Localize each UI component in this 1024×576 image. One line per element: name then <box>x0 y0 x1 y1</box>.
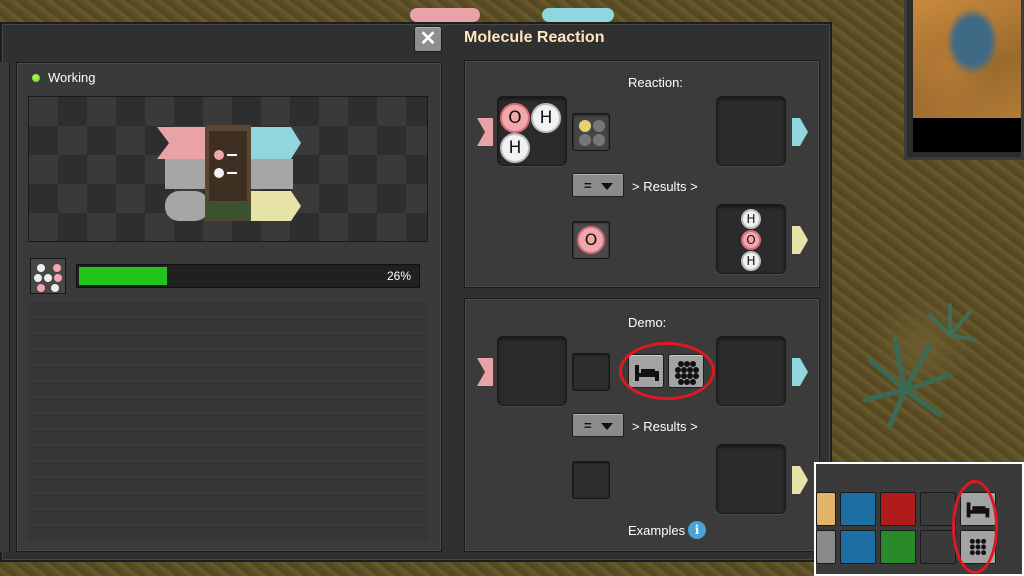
reaction-output-slot-bottom[interactable]: H O H <box>716 204 786 274</box>
chevron-down-icon <box>601 423 613 430</box>
empty-list-area <box>28 300 428 540</box>
left-neighbor-panel <box>0 62 10 552</box>
minimap-terrain <box>913 0 1021 118</box>
highlight-ring <box>619 342 715 400</box>
reaction-selector-slot[interactable] <box>572 113 610 151</box>
background-belt-cyan <box>542 8 614 22</box>
minimap-unexplored <box>913 118 1021 152</box>
reaction-atom-slot[interactable]: O <box>572 221 610 259</box>
atom-hydrogen: H <box>531 103 561 133</box>
plant-decoration <box>928 303 977 342</box>
atom-oxygen: O <box>741 230 761 250</box>
examples-label: Examples <box>628 523 686 538</box>
demo-output-slot-bottom[interactable] <box>716 444 786 514</box>
close-icon: ✕ <box>419 28 437 50</box>
quickbar-slot-upgrade[interactable] <box>880 530 916 564</box>
results-label: > Results > <box>632 419 698 434</box>
operator-value: = <box>584 418 592 433</box>
atom-grid-icon <box>579 120 605 146</box>
reaction-heading: Reaction: <box>628 75 683 90</box>
reaction-input-slot[interactable]: O H H <box>497 96 567 166</box>
entity-preview[interactable] <box>28 96 428 242</box>
quickbar-inset <box>814 462 1024 576</box>
status-text: Working <box>48 70 96 85</box>
water-molecule-grid-icon <box>34 264 62 292</box>
demo-operator-dropdown[interactable]: = <box>572 413 624 437</box>
results-label: > Results > <box>632 179 698 194</box>
recipe-icon[interactable] <box>30 258 66 294</box>
close-button[interactable]: ✕ <box>414 26 442 52</box>
quickbar-slot[interactable] <box>816 492 836 526</box>
operator-value: = <box>584 178 592 193</box>
quickbar-slot-blueprint[interactable] <box>840 492 876 526</box>
info-icon[interactable]: i <box>688 521 706 539</box>
atom-oxygen: O <box>500 103 530 133</box>
atom-hydrogen: H <box>741 209 761 229</box>
quickbar-slot-deconstruct[interactable] <box>880 492 916 526</box>
reaction-output-slot-top[interactable] <box>716 96 786 166</box>
minimap[interactable] <box>904 0 1024 160</box>
demo-heading: Demo: <box>628 315 667 330</box>
crafting-progress-bar: 26% <box>76 264 420 288</box>
demo-output-slot-top[interactable] <box>716 336 786 406</box>
status-indicator-icon <box>32 74 40 82</box>
quickbar-slot[interactable] <box>920 530 956 564</box>
progress-fill <box>79 267 167 285</box>
background-belt-pink <box>410 8 480 22</box>
quickbar-slot-blueprint-book[interactable] <box>840 530 876 564</box>
progress-text: 26% <box>386 269 411 283</box>
entity-preview-image <box>157 125 301 221</box>
demo-atom-slot[interactable] <box>572 461 610 499</box>
atom-hydrogen: H <box>500 133 530 163</box>
highlight-ring <box>952 480 998 574</box>
window-title: Molecule Reaction <box>464 29 605 46</box>
demo-input-slot[interactable] <box>497 336 567 406</box>
atom-oxygen: O <box>577 226 605 254</box>
demo-selector-slot[interactable] <box>572 353 610 391</box>
quickbar-slot[interactable] <box>816 530 836 564</box>
chevron-down-icon <box>601 183 613 190</box>
quickbar-slot[interactable] <box>920 492 956 526</box>
atom-hydrogen: H <box>741 251 761 271</box>
reaction-operator-dropdown[interactable]: = <box>572 173 624 197</box>
